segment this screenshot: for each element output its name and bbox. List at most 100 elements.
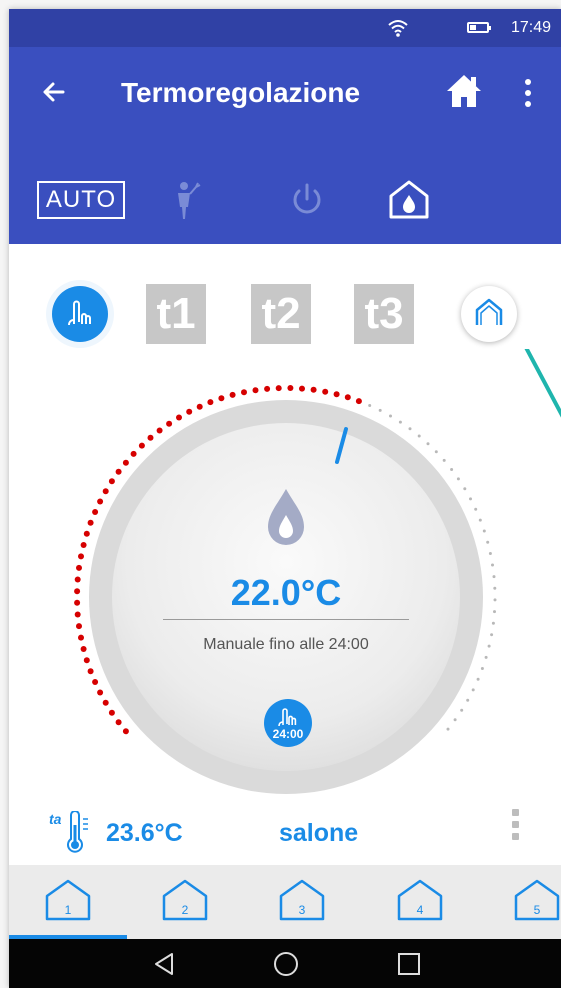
nav-back-icon[interactable] — [150, 951, 180, 977]
mode-description: Manuale fino alle 24:00 — [203, 636, 369, 653]
home-heating-icon[interactable] — [386, 177, 432, 223]
zone-tab-number: 5 — [533, 903, 541, 917]
heating-arc-dot — [80, 542, 87, 548]
overflow-menu-icon[interactable] — [516, 73, 540, 113]
house-outline-icon — [475, 298, 503, 325]
scale-dot — [491, 563, 494, 567]
scale-dot — [389, 414, 392, 418]
heating-arc-dot — [108, 709, 115, 716]
hand-icon — [68, 300, 91, 326]
zone-tab-2[interactable]: 2 — [160, 877, 210, 937]
heating-arc-dot — [97, 689, 104, 696]
scale-dot — [493, 586, 497, 590]
scale-dot — [493, 610, 496, 614]
zone-tab-number: 1 — [64, 903, 72, 917]
zone-name[interactable]: salone — [279, 819, 358, 848]
scale-dot — [446, 727, 450, 731]
heating-arc-dot — [241, 389, 247, 396]
back-arrow-icon[interactable] — [37, 75, 71, 109]
scale-dot — [453, 718, 457, 722]
app-screen: 17:49 Termoregolazione AUTO t1 t2 t3 22.… — [9, 9, 561, 988]
heating-arc-dot — [176, 414, 182, 421]
heating-arc-dot — [186, 408, 193, 415]
battery-icon — [467, 22, 491, 33]
zone-tab-bar: 1 2 3 4 5 — [9, 865, 561, 939]
zone-tab-4[interactable]: 4 — [395, 877, 445, 937]
heating-arc-dot — [122, 459, 129, 466]
setpoint-temperature: 22.0°C — [230, 572, 342, 613]
heating-arc-dot — [87, 668, 94, 675]
heating-arc-dot — [322, 388, 329, 395]
scale-dot — [474, 507, 478, 511]
nav-recents-icon[interactable] — [394, 951, 424, 977]
heating-arc-dot — [229, 391, 236, 398]
wifi-icon — [388, 20, 408, 37]
scale-dot — [456, 477, 460, 481]
heating-arc-dot — [78, 553, 84, 560]
manual-mode-button[interactable] — [52, 286, 108, 342]
scale-dot — [471, 688, 475, 692]
home-icon[interactable] — [444, 71, 484, 111]
scale-dot — [487, 644, 491, 648]
scale-dot — [486, 540, 490, 544]
heating-arc-dot — [355, 398, 362, 405]
heating-arc-dot — [264, 385, 271, 392]
status-bar: 17:49 — [9, 9, 561, 47]
heating-arc-dot — [138, 442, 145, 449]
heating-arc-dot — [166, 420, 173, 427]
ambient-temperature-icon: ta — [49, 811, 99, 857]
heating-arc-dot — [92, 509, 99, 515]
zone-tab-number: 3 — [298, 903, 306, 917]
mode-bar: AUTO — [9, 137, 561, 244]
scale-dot — [463, 487, 467, 491]
page-title: Termoregolazione — [121, 77, 361, 108]
zone-tab-number: 2 — [181, 903, 189, 917]
auto-mode-button[interactable]: AUTO — [37, 181, 125, 219]
scale-dot — [493, 598, 497, 602]
scale-dot — [478, 518, 482, 522]
heating-arc-dot — [76, 623, 82, 630]
heating-arc-dot — [74, 611, 81, 618]
scale-dot — [408, 427, 412, 431]
scale-dot — [450, 468, 454, 471]
heating-arc-dot — [275, 385, 282, 392]
scale-dot — [484, 655, 488, 659]
zone-tab-1[interactable]: 1 — [43, 877, 93, 937]
heating-arc-dot — [115, 468, 122, 475]
heating-arc-dot — [130, 450, 137, 457]
scale-dot — [368, 404, 372, 407]
heating-arc-dot — [344, 394, 351, 401]
scale-dot — [482, 529, 486, 533]
zone-tab-5[interactable]: 5 — [512, 877, 561, 937]
scale-dot — [442, 458, 446, 462]
scale-dot — [466, 698, 470, 702]
heating-arc-dot — [333, 391, 340, 398]
heating-arc-dot — [87, 519, 94, 526]
scale-dot — [492, 575, 496, 579]
manual-timer-button[interactable]: 24:00 — [264, 699, 312, 747]
heating-arc-dot — [196, 403, 203, 410]
power-icon[interactable] — [284, 177, 330, 223]
zone-tab-3[interactable]: 3 — [277, 877, 327, 937]
zone-tab-number: 4 — [416, 903, 424, 917]
ambient-temperature: 23.6°C — [106, 819, 183, 847]
heating-arc-dot — [78, 634, 84, 641]
dial-divider — [163, 619, 409, 620]
heating-arc-dot — [252, 387, 259, 394]
heating-arc-dot — [122, 728, 129, 735]
zone-options-button[interactable] — [509, 809, 521, 845]
scale-dot — [490, 633, 494, 637]
heating-arc-dot — [207, 399, 214, 406]
heating-arc-dot — [92, 679, 99, 685]
heating-arc-dot — [83, 657, 90, 664]
scale-dot — [488, 552, 492, 555]
nav-home-icon[interactable] — [271, 951, 301, 977]
butler-icon[interactable] — [163, 177, 209, 223]
scale-dot — [417, 434, 421, 438]
heating-arc-dot — [76, 564, 82, 571]
schedule-t2-button[interactable]: t2 — [251, 284, 311, 344]
schedule-t1-button[interactable]: t1 — [146, 284, 206, 344]
heating-arc-dot — [156, 427, 163, 434]
schedule-t3-button[interactable]: t3 — [354, 284, 414, 344]
zone-overview-button[interactable] — [461, 286, 517, 342]
